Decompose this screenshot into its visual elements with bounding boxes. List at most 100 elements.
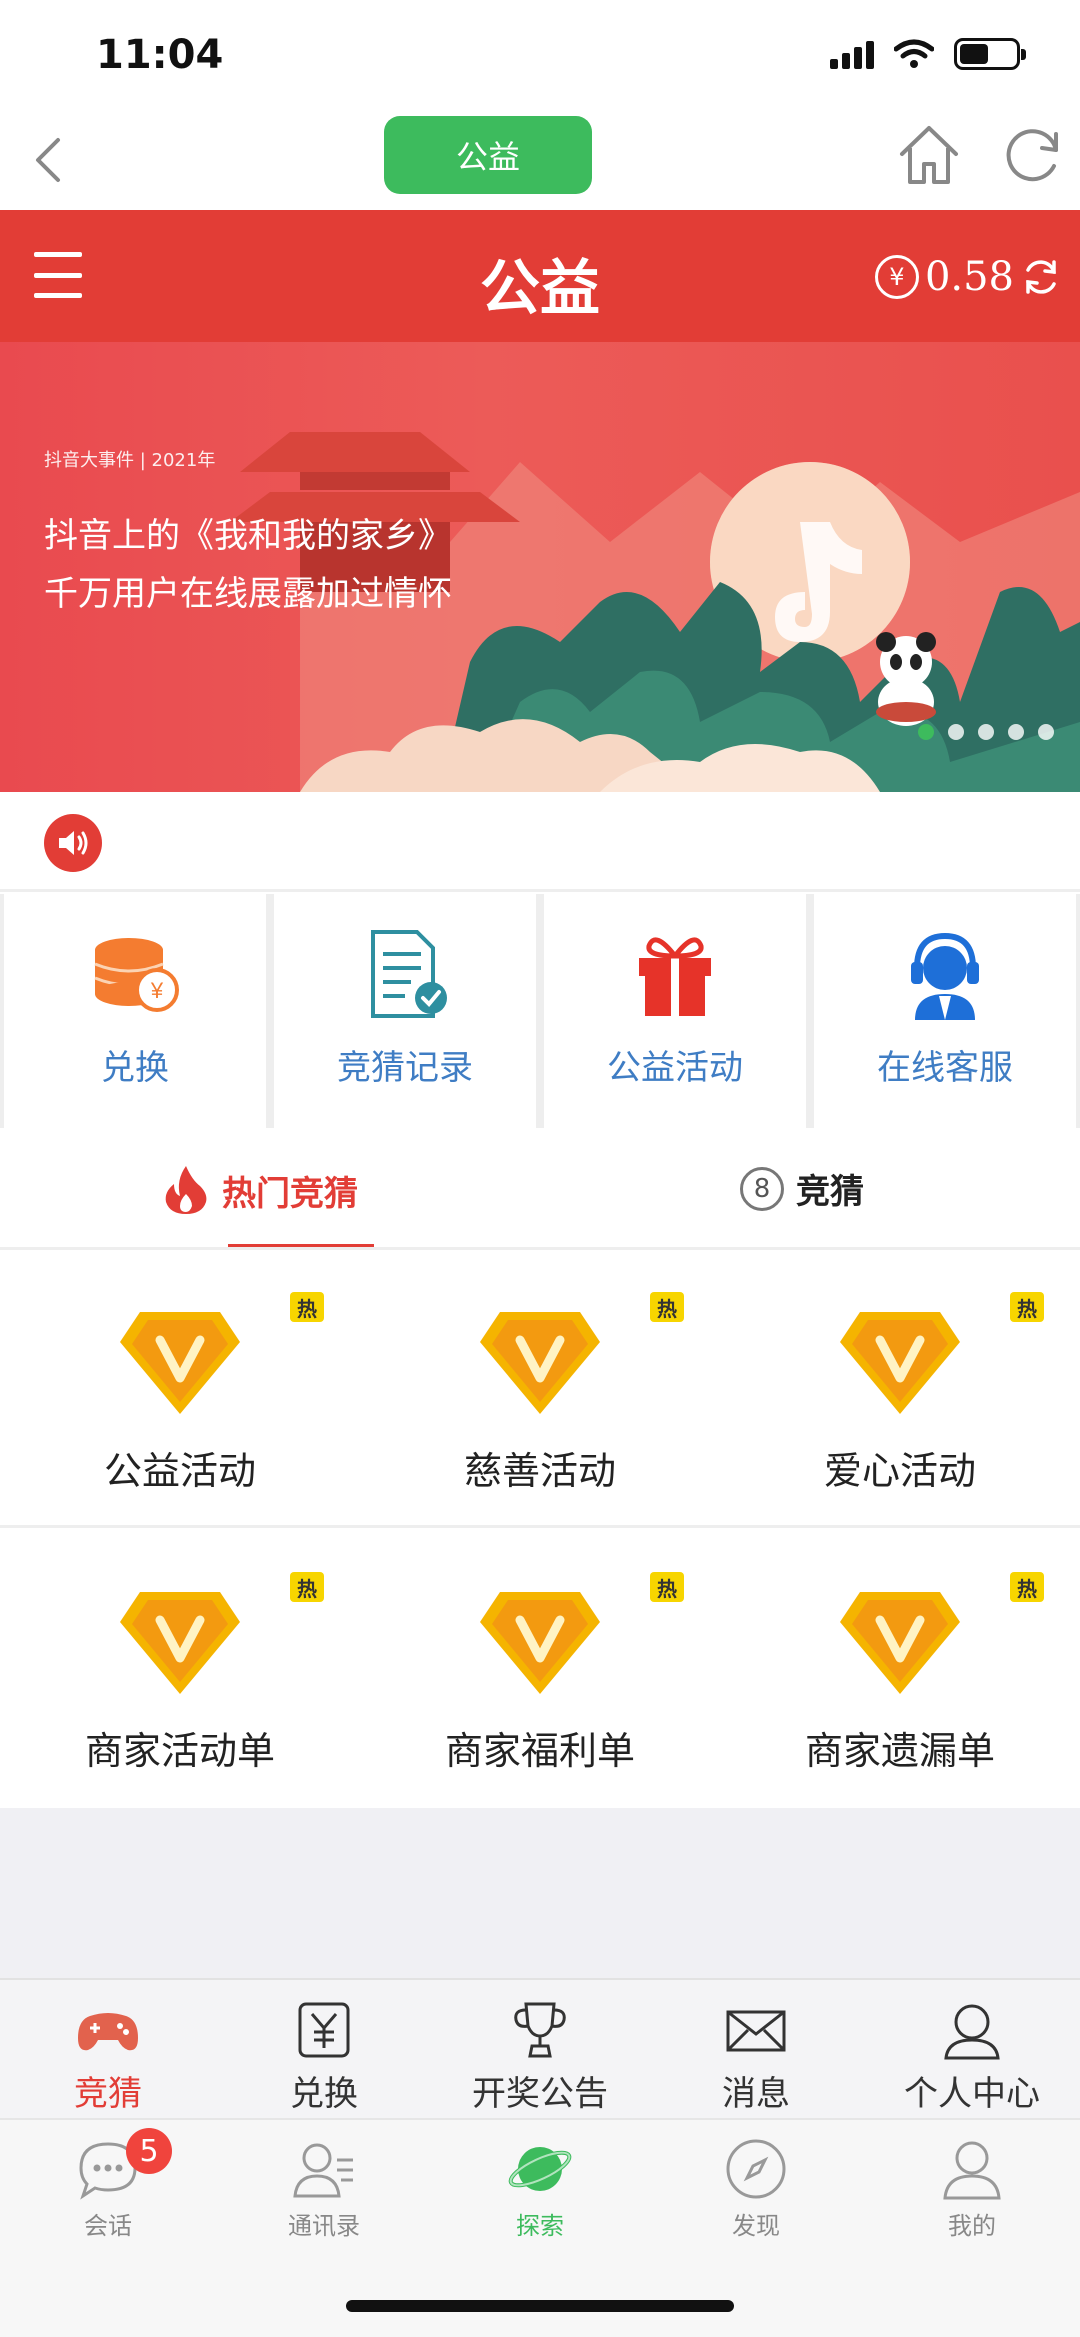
app-nav-label: 竞猜 [74, 2074, 142, 2114]
quick-exchange[interactable]: ¥ 兑换 [4, 894, 266, 1128]
app-nav-lottery-notice[interactable]: 开奖公告 [432, 1980, 648, 2118]
page-title-pill: 公益 [384, 116, 592, 194]
hot-tag: 热 [650, 1572, 684, 1602]
planet-icon [508, 2147, 572, 2191]
status-icons [830, 38, 1026, 70]
v-badge-icon [120, 1312, 240, 1414]
app-nav-label: 消息 [722, 2074, 790, 2114]
app-nav-guess[interactable]: 竞猜 [0, 1980, 216, 2118]
circle-8-icon: 8 [740, 1166, 784, 1211]
activity-item[interactable]: 热 爱心活动 [720, 1252, 1080, 1525]
home-icon[interactable] [894, 120, 964, 190]
banner-dot-5[interactable] [1038, 724, 1054, 740]
activity-label: 商家福利单 [444, 1729, 635, 1773]
gift-icon [639, 937, 711, 1016]
app-nav-label: 个人中心 [904, 2074, 1040, 2114]
balance-display[interactable]: ¥ 0.58 [874, 254, 1062, 300]
activity-item[interactable]: 热 商家活动单 [0, 1532, 360, 1808]
banner-caption: 抖音大事件 | 2021年 [44, 450, 216, 471]
hot-tag: 热 [1010, 1572, 1044, 1602]
app-nav-exchange[interactable]: 兑换 [216, 1980, 432, 2118]
quick-charity[interactable]: 公益活动 [544, 894, 806, 1128]
yen-icon: ¥ [874, 255, 919, 299]
v-badge-icon [840, 1312, 960, 1414]
back-arrow-icon[interactable] [18, 128, 82, 192]
v-badge-icon [120, 1592, 240, 1694]
tab-hot-guess[interactable]: 热门竞猜 [162, 1164, 358, 1216]
refresh-balance-icon[interactable] [1020, 256, 1062, 298]
tab-label: 会话 [84, 2212, 132, 2240]
svg-text:¥: ¥ [150, 978, 164, 1003]
top-nav: 公益 [0, 110, 1080, 210]
activity-row: 热 公益活动 热 慈善活动 热 爱心活动 [0, 1252, 1080, 1528]
hot-tag: 热 [650, 1292, 684, 1322]
app-nav-messages[interactable]: 消息 [648, 1980, 864, 2118]
status-bar: 11:04 [0, 0, 1080, 110]
hot-tag: 热 [290, 1572, 324, 1602]
banner-headline-2: 千万用户在线展露加过情怀 [44, 574, 452, 614]
gamepad-icon [78, 2013, 138, 2051]
status-time: 11:04 [96, 32, 224, 78]
app-nav-label: 开奖公告 [472, 2074, 608, 2114]
activity-item[interactable]: 热 商家遗漏单 [720, 1532, 1080, 1808]
quick-guess-records[interactable]: 竞猜记录 [274, 894, 536, 1128]
v-badge-icon [840, 1592, 960, 1694]
banner-dot-4[interactable] [1008, 724, 1024, 740]
tab-chats[interactable]: 5 会话 [0, 2120, 216, 2260]
banner-pagination[interactable] [918, 724, 1054, 740]
tab-label: 探索 [516, 2212, 564, 2240]
flame-icon [165, 1166, 207, 1214]
activity-label: 爱心活动 [823, 1449, 976, 1493]
compass-icon [726, 2139, 786, 2199]
speaker-icon [44, 814, 102, 872]
quick-label: 兑换 [101, 1048, 169, 1088]
activity-label: 公益活动 [103, 1449, 256, 1493]
activity-item[interactable]: 热 商家福利单 [360, 1532, 720, 1808]
envelope-icon [726, 2010, 786, 2052]
active-tab-indicator [228, 1244, 374, 1247]
activity-item[interactable]: 热 慈善活动 [360, 1252, 720, 1525]
app-nav-profile[interactable]: 个人中心 [864, 1980, 1080, 2118]
document-check-icon [371, 930, 447, 1018]
cellular-signal-icon [830, 39, 874, 69]
quick-label: 公益活动 [607, 1048, 743, 1088]
battery-icon [954, 38, 1026, 70]
coin-stack-icon: ¥ [94, 938, 179, 1012]
quick-customer-service[interactable]: 在线客服 [814, 894, 1076, 1128]
v-badge-icon [480, 1592, 600, 1694]
tab-bar: 热门竞猜 8 竞猜 [0, 1128, 1080, 1250]
tab-label: 我的 [948, 2212, 996, 2240]
tab-guess[interactable]: 8 竞猜 [740, 1164, 864, 1213]
tab-label: 竞猜 [796, 1172, 864, 1212]
hot-tag: 热 [290, 1292, 324, 1322]
promo-banner[interactable]: 抖音大事件 | 2021年 抖音上的《我和我的家乡》 千万用户在线展露加过情怀 [0, 342, 1080, 792]
activity-label: 商家活动单 [84, 1729, 275, 1773]
tab-discover[interactable]: 发现 [648, 2120, 864, 2260]
activity-label: 商家遗漏单 [804, 1729, 995, 1773]
home-indicator [346, 2300, 734, 2312]
activity-item[interactable]: 热 公益活动 [0, 1252, 360, 1525]
banner-dot-3[interactable] [978, 724, 994, 740]
yen-box-icon [298, 2002, 350, 2058]
tab-label: 发现 [732, 2212, 780, 2240]
refresh-icon[interactable] [998, 120, 1068, 190]
tab-explore[interactable]: 探索 [432, 2120, 648, 2260]
tab-me[interactable]: 我的 [864, 2120, 1080, 2260]
activity-label: 慈善活动 [463, 1449, 616, 1493]
quick-label: 在线客服 [877, 1048, 1013, 1088]
tab-label: 通讯录 [288, 2212, 360, 2240]
tab-contacts[interactable]: 通讯录 [216, 2120, 432, 2260]
quick-actions: ¥ 兑换 竞猜记录 公益活动 在线客服 [0, 894, 1080, 1128]
trophy-icon [514, 2002, 566, 2058]
tab-label: 热门竞猜 [222, 1173, 358, 1214]
banner-dot-2[interactable] [948, 724, 964, 740]
announcement-bar[interactable] [0, 792, 1080, 892]
unread-badge: 5 [126, 2128, 172, 2174]
app-bottom-nav: 竞猜 兑换 开奖公告 消息 个人中心 [0, 1978, 1080, 2118]
user-icon [944, 2004, 1000, 2060]
v-badge-icon [480, 1312, 600, 1414]
balance-value: 0.58 [924, 254, 1014, 300]
quick-label: 竞猜记录 [337, 1048, 473, 1088]
banner-dot-1[interactable] [918, 724, 934, 740]
activity-row: 热 商家活动单 热 商家福利单 热 商家遗漏单 [0, 1532, 1080, 1808]
